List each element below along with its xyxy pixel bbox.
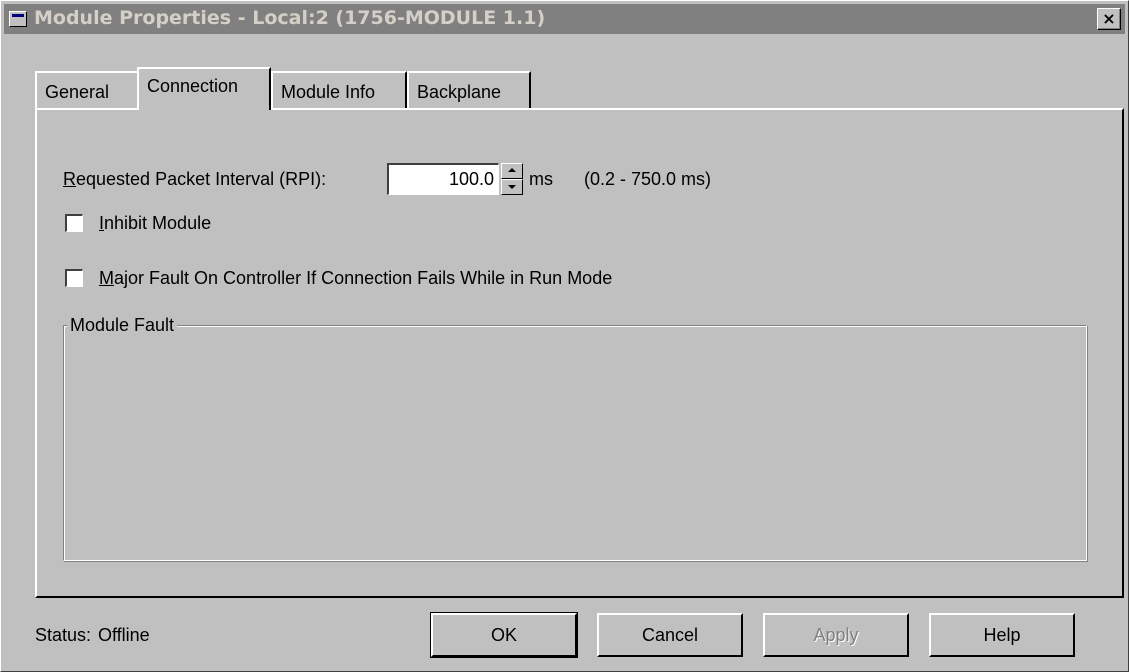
close-button[interactable]: × (1097, 8, 1121, 30)
cancel-button-label: Cancel (641, 625, 699, 645)
rpi-label-mnemonic: R (63, 169, 76, 189)
rpi-unit-label: ms (529, 169, 553, 189)
rpi-range-label: (0.2 - 750.0 ms) (584, 169, 712, 189)
major-fault-checkbox[interactable] (65, 269, 83, 287)
status-label: Status: (35, 625, 92, 645)
rpi-label-text: equested Packet Interval (RPI): (76, 169, 327, 189)
apply-button[interactable]: Apply (763, 613, 909, 657)
rpi-label: Requested Packet Interval (RPI): (63, 169, 326, 190)
tab-module-info-label: Module Info (281, 82, 376, 102)
ok-button-label: OK (490, 625, 517, 645)
tab-general[interactable]: General (35, 71, 139, 108)
tab-connection-label: Connection (147, 76, 239, 96)
apply-button-label: Apply (813, 625, 859, 645)
window-title: Module Properties - Local:2 (1756-MODULE… (34, 7, 546, 29)
module-properties-dialog: Module Properties - Local:2 (1756-MODULE… (0, 0, 1129, 672)
tab-backplane[interactable]: Backplane (407, 71, 531, 108)
rpi-increment-button[interactable] (501, 163, 523, 179)
status-value: Offline (98, 625, 150, 645)
tab-connection[interactable]: Connection (137, 67, 271, 110)
window-menu-icon[interactable] (9, 11, 27, 27)
module-fault-label: Module Fault (67, 315, 178, 336)
tab-backplane-label: Backplane (417, 82, 502, 102)
major-fault-text: ajor Fault On Controller If Connection F… (114, 268, 613, 288)
help-button[interactable]: Help (929, 613, 1075, 657)
inhibit-module-checkbox[interactable] (65, 214, 83, 232)
help-button-label: Help (983, 625, 1021, 645)
tab-module-info[interactable]: Module Info (271, 71, 407, 108)
tab-general-label: General (45, 82, 110, 102)
cancel-button[interactable]: Cancel (597, 613, 743, 657)
major-fault-mnemonic: M (99, 268, 114, 288)
major-fault-label[interactable]: Major Fault On Controller If Connection … (99, 268, 612, 289)
title-bar[interactable]: Module Properties - Local:2 (1756-MODULE… (4, 4, 1125, 34)
rpi-decrement-button[interactable] (501, 179, 523, 195)
rpi-spinner[interactable] (501, 163, 523, 195)
module-fault-groupbox (63, 325, 1087, 561)
ok-button[interactable]: OK (430, 612, 578, 658)
inhibit-module-label[interactable]: Inhibit Module (99, 213, 211, 234)
inhibit-module-text: nhibit Module (104, 213, 212, 233)
rpi-input[interactable] (387, 163, 499, 195)
